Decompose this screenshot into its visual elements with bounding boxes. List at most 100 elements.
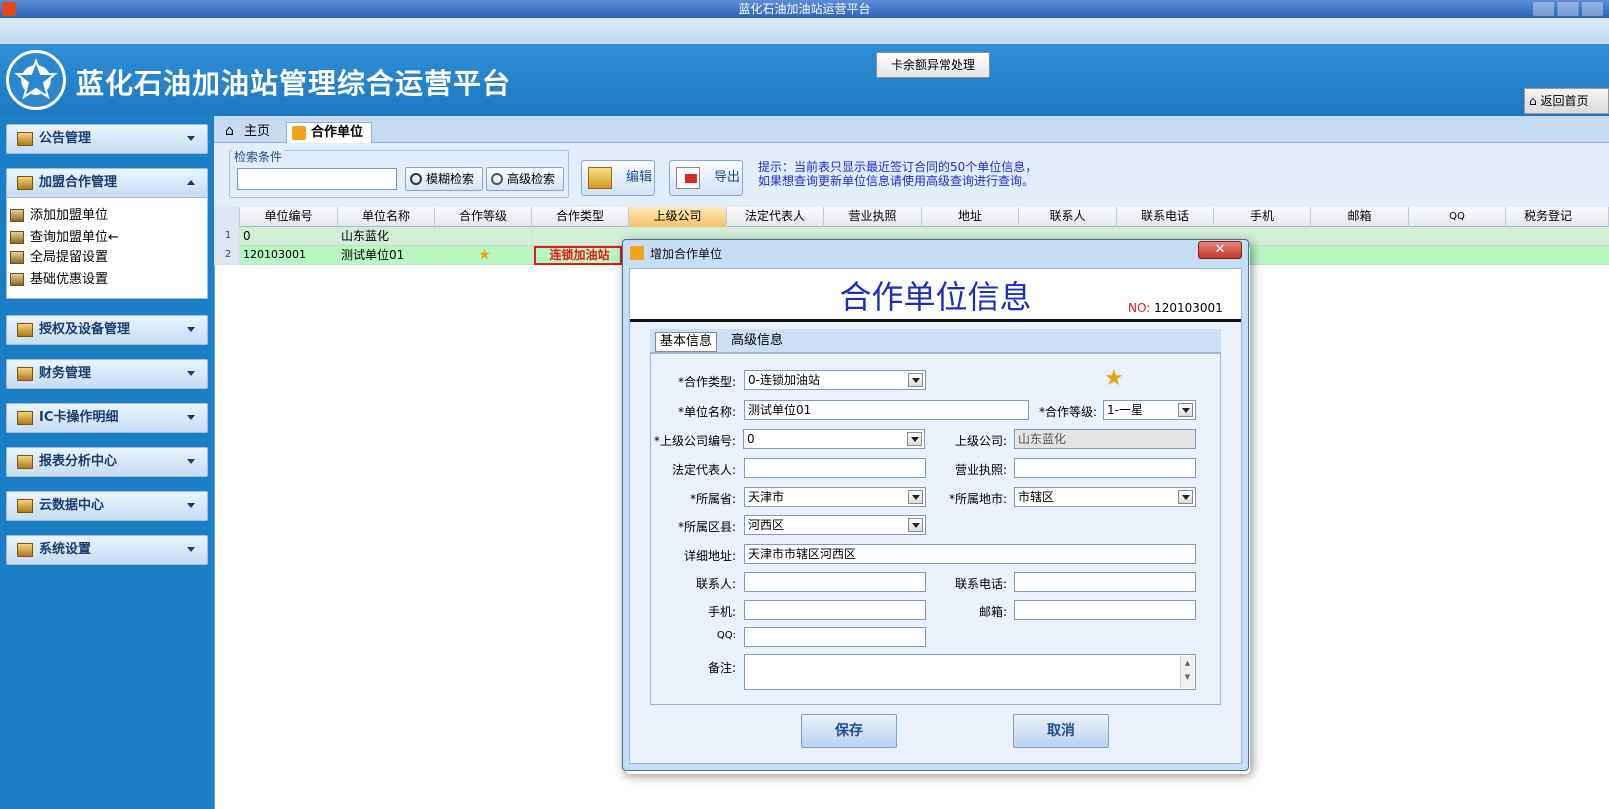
sidebar-item-global-retention[interactable]: 全局提留设置 [10,248,108,268]
window-controls[interactable] [1533,2,1603,16]
type-select-value: 0-连锁加油站 [748,373,820,387]
city-label: *所属地市: [948,492,1007,506]
sidebar-group-finance[interactable]: 财务管理 [6,359,208,389]
sidebar-group-franchise[interactable]: 加盟合作管理 [6,168,208,198]
chevron-down-icon [1178,490,1193,504]
chevron-down-icon [908,373,923,387]
network-icon [292,126,306,140]
district-value: 河西区 [748,518,785,532]
export-button[interactable]: 导出 [669,160,743,196]
chevron-down-icon [187,371,195,376]
qq-label: QQ: [716,630,736,641]
column-header[interactable]: 单位编号 [240,207,338,227]
type-label: *合作类型: [677,375,736,389]
sidebar-group-label: 公告管理 [39,131,92,146]
column-header[interactable]: 地址 [922,207,1019,227]
tab-home[interactable]: ⌂ 主页 [220,122,285,143]
sidebar-group-announcements[interactable]: 公告管理 [6,124,208,154]
sidebar-item-basic-discount[interactable]: 基础优惠设置 [10,270,108,290]
advanced-search-button[interactable]: 高级检索 [486,167,564,191]
sidebar-item-label: 添加加盟单位 [30,208,109,223]
sidebar-group-reports[interactable]: 报表分析中心 [6,447,208,477]
folder-icon [17,455,33,469]
qq-field[interactable] [744,627,926,647]
return-home-button[interactable]: ⌂ 返回首页 [1524,88,1609,114]
column-header[interactable]: 手机 [1214,207,1311,227]
save-button[interactable]: 保存 [801,714,897,748]
column-header[interactable]: 法定代表人 [727,207,824,227]
home-icon: ⌂ [1529,94,1537,108]
record-number-value: 120103001 [1154,301,1223,315]
level-select[interactable]: 1-一星 [1103,400,1196,420]
type-select[interactable]: 0-连锁加油站 [744,370,926,390]
logo-icon [6,50,66,110]
parent-code-select[interactable]: 0 [743,429,925,449]
sidebar-item-label: 基础优惠设置 [30,272,109,287]
cancel-button[interactable]: 取消 [1013,714,1109,748]
hint-text: 提示：当前表只显示最近签订合同的50个单位信息，如果想查询更新单位信息请使用高级… [758,160,1038,188]
sidebar-group-label: 云数据中心 [39,498,105,513]
city-select[interactable]: 市辖区 [1014,487,1196,507]
chevron-down-icon [187,459,195,464]
level-label: *合作等级: [1038,405,1097,419]
phone-field[interactable] [1014,572,1196,592]
tab-label: 主页 [244,124,271,139]
column-header[interactable]: 单位名称 [338,207,435,227]
column-header[interactable]: 合作类型 [532,207,629,227]
chevron-down-icon [908,518,923,532]
scrollbar[interactable]: ▲ ▼ [1180,656,1194,688]
name-field[interactable]: 测试单位01 [744,400,1029,420]
legal-rep-field[interactable] [744,458,926,478]
cell-type-highlight: 连锁加油站 [534,246,622,265]
province-select[interactable]: 天津市 [744,487,926,507]
note-textarea[interactable]: ▲ ▼ [744,654,1196,690]
tab-basic-info[interactable]: 基本信息 [655,332,718,352]
card-balance-exception-button[interactable]: 卡余额异常处理 [876,52,990,78]
fuzzy-search-button[interactable]: 模糊检索 [405,167,483,191]
chevron-down-icon [187,547,195,552]
column-header[interactable]: 联系人 [1019,207,1117,227]
sidebar-group-ic-card[interactable]: IC卡操作明细 [6,403,208,433]
row-number: 1 [214,227,240,246]
cell-name: 测试单位01 [338,246,435,265]
close-icon[interactable]: ✕ [1198,241,1242,259]
license-field[interactable] [1014,458,1196,478]
address-field[interactable]: 天津市市辖区河西区 [744,544,1196,564]
column-header[interactable]: 合作等级 [435,207,532,227]
search-input[interactable] [237,168,397,190]
column-header[interactable]: 联系电话 [1117,207,1214,227]
sidebar-item-label: 查询加盟单位← [30,230,119,245]
folder-icon [17,411,33,425]
column-header-sorted[interactable]: 上级公司 [629,207,727,227]
contact-field[interactable] [744,572,926,592]
district-select[interactable]: 河西区 [744,515,926,535]
contact-label: 联系人: [695,577,736,591]
column-header[interactable]: 税务登记 [1506,207,1609,227]
mobile-field[interactable] [744,600,926,620]
tab-advanced-info[interactable]: 高级信息 [727,332,787,352]
binoculars-icon [410,173,422,185]
district-label: *所属区县: [677,520,736,534]
tab-bar [214,116,1609,143]
star-icon: ★ [1104,366,1124,391]
tab-partner-units[interactable]: 合作单位 [286,122,372,143]
sidebar-item-add-franchise[interactable]: 添加加盟单位 [10,206,108,226]
column-header[interactable]: QQ [1409,207,1506,227]
sidebar-item-query-franchise[interactable]: 查询加盟单位← [10,228,119,248]
search-legend: 检索条件 [232,148,285,165]
brand-title: 蓝化石油加油站管理综合运营平台 [76,67,512,100]
column-header[interactable]: 邮箱 [1311,207,1409,227]
edit-button[interactable]: 编辑 [581,160,655,196]
column-header[interactable]: 营业执照 [824,207,922,227]
sidebar-group-label: 授权及设备管理 [39,322,131,337]
email-field[interactable] [1014,600,1196,620]
level-select-value: 1-一星 [1107,403,1143,417]
sidebar-group-authorization[interactable]: 授权及设备管理 [6,315,208,345]
grid-corner[interactable] [214,207,240,227]
star-icon: ★ [435,246,532,265]
sidebar-group-settings[interactable]: 系统设置 [6,535,208,565]
edit-label: 编辑 [626,170,653,185]
folder-icon [10,251,24,264]
cell-type [532,227,622,246]
sidebar-group-cloud-data[interactable]: 云数据中心 [6,491,208,521]
